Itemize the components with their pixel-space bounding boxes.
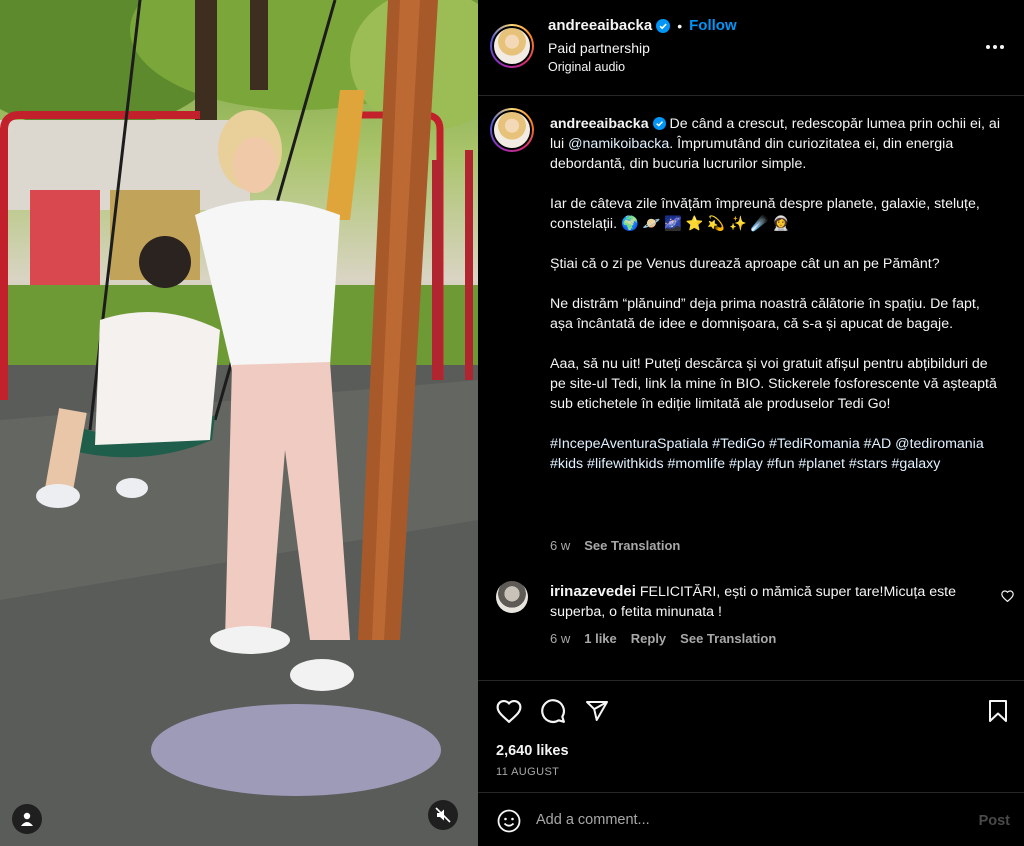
- verified-badge-icon: [652, 117, 666, 130]
- post-details-panel: andreeaibacka • Follow Paid partnership …: [478, 0, 1024, 846]
- caption-username[interactable]: andreeaibacka: [550, 116, 649, 132]
- caption-para4: Ne distrăm “plănuind” deja prima noastră…: [550, 296, 984, 332]
- paper-plane-icon: [586, 701, 608, 721]
- comment-reply-button[interactable]: Reply: [631, 631, 666, 646]
- caption-time: 6 w: [550, 538, 571, 553]
- post-date[interactable]: 11 AUGUST: [496, 766, 559, 778]
- save-button[interactable]: [984, 697, 1012, 725]
- post-actions: 2,640 likes 11 AUGUST: [478, 680, 1024, 792]
- comment-likes-count[interactable]: 1 like: [584, 631, 617, 646]
- caption-hashtags[interactable]: #IncepeAventuraSpatiala #TediGo #TediRom…: [550, 436, 988, 472]
- add-comment-bar: Post: [478, 792, 1024, 846]
- author-username[interactable]: andreeaibacka: [548, 17, 652, 34]
- more-options-button[interactable]: [984, 36, 1006, 58]
- post-header: andreeaibacka • Follow Paid partnership …: [478, 0, 1024, 96]
- bookmark-icon: [989, 700, 1007, 722]
- post-comment-button[interactable]: Post: [979, 813, 1010, 829]
- mute-toggle-button[interactable]: [428, 800, 458, 830]
- likes-count[interactable]: 2,640 likes: [496, 743, 569, 759]
- author-avatar[interactable]: [490, 24, 534, 68]
- comment-bubble-icon: [541, 699, 565, 723]
- commenter-username[interactable]: irinazevedei: [550, 583, 636, 600]
- caption-author-avatar[interactable]: [490, 108, 534, 152]
- comment-like-heart-icon[interactable]: [1001, 590, 1014, 602]
- caption-see-translation[interactable]: See Translation: [584, 538, 680, 553]
- comments-list[interactable]: andreeaibacka De când a crescut, redesco…: [478, 96, 1024, 680]
- separator-dot: •: [677, 17, 683, 34]
- share-button[interactable]: [583, 697, 611, 725]
- follow-button[interactable]: Follow: [689, 17, 737, 34]
- tagged-users-button[interactable]: [12, 804, 42, 834]
- muted-speaker-icon: [435, 807, 451, 823]
- paid-partnership-label[interactable]: Paid partnership: [548, 40, 650, 56]
- heart-icon: [496, 699, 522, 723]
- comment-input[interactable]: [536, 806, 936, 834]
- playground-photo: [0, 0, 478, 846]
- caption-para2: Iar de câteva zile învățăm împreună desp…: [550, 196, 984, 232]
- caption-para5: Aaa, să nu uit! Puteți descărca și voi g…: [550, 356, 1001, 412]
- comment-see-translation[interactable]: See Translation: [680, 631, 776, 646]
- post-media[interactable]: [0, 0, 478, 846]
- user-circle-icon: [21, 812, 33, 826]
- smiley-face-icon: [497, 809, 521, 833]
- original-audio-link[interactable]: Original audio: [548, 60, 625, 74]
- like-button[interactable]: [495, 697, 523, 725]
- commenter-avatar[interactable]: [496, 581, 528, 613]
- caption-meta: 6 w See Translation: [550, 538, 680, 553]
- mention-link[interactable]: @namikoibacka: [568, 136, 669, 152]
- more-horizontal-icon: [986, 45, 1004, 49]
- emoji-picker-button[interactable]: [496, 808, 522, 834]
- caption-text: andreeaibacka De când a crescut, redesco…: [550, 114, 1006, 474]
- comment-text: irinazevedei FELICITĂRI, ești o mămică s…: [550, 582, 990, 622]
- comment-time: 6 w: [550, 631, 571, 646]
- comment-meta: 6 w 1 like Reply See Translation: [550, 631, 776, 646]
- verified-badge-icon: [656, 18, 671, 33]
- comment-button[interactable]: [539, 697, 567, 725]
- caption-para3: Știai că o zi pe Venus durează aproape c…: [550, 256, 940, 272]
